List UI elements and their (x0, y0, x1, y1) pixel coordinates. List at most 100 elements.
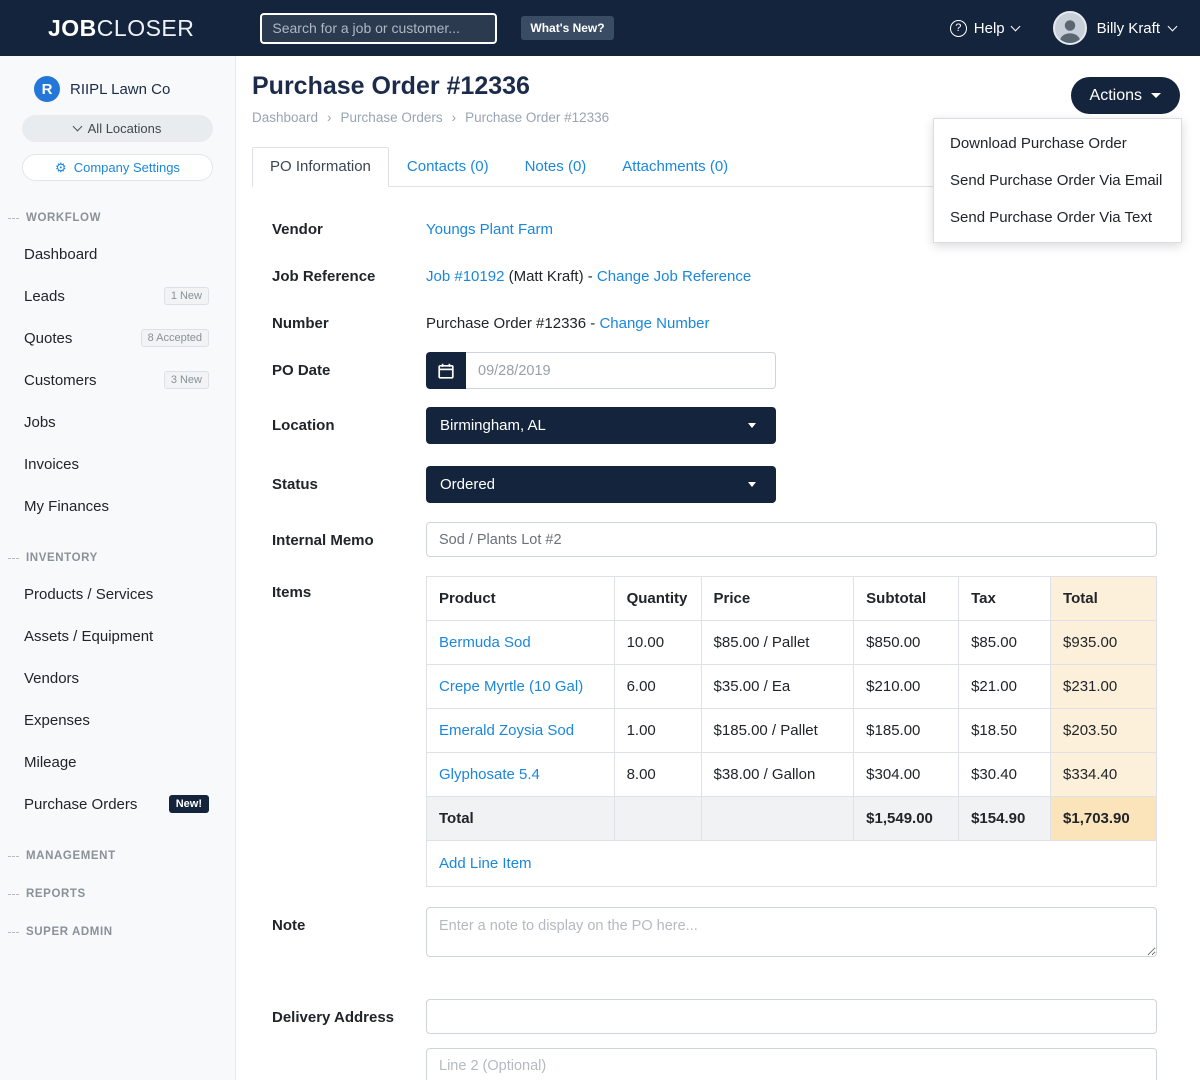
logo-bold: JOB (48, 15, 97, 41)
sidebar: R RIIPL Lawn Co All Locations ⚙ Company … (0, 56, 236, 1080)
price-cell: $38.00 / Gallon (701, 753, 854, 797)
user-avatar[interactable] (1053, 11, 1087, 45)
help-menu[interactable]: ? Help (950, 20, 1019, 37)
delivery-address-row: Delivery Address (272, 999, 1157, 1080)
status-select[interactable]: Ordered (426, 466, 776, 503)
tab-attachments[interactable]: Attachments (0) (604, 147, 746, 186)
vendor-link[interactable]: Youngs Plant Farm (426, 221, 553, 238)
actions-button[interactable]: Actions (1071, 77, 1180, 114)
company-settings-button[interactable]: ⚙ Company Settings (22, 154, 213, 181)
nav-item-label: Products / Services (24, 586, 153, 603)
chevron-down-icon (1010, 21, 1020, 31)
items-table: Product Quantity Price Subtotal Tax Tota… (426, 576, 1157, 841)
menu-item-download-po[interactable]: Download Purchase Order (934, 125, 1181, 162)
tab-notes[interactable]: Notes (0) (507, 147, 605, 186)
sidebar-item-quotes[interactable]: Quotes 8 Accepted (0, 317, 235, 359)
location-select[interactable]: Birmingham, AL (426, 407, 776, 444)
chevron-down-icon (72, 122, 82, 132)
topbar: JOBCLOSER What's New? ? Help Billy Kraft (0, 0, 1200, 56)
change-number-link[interactable]: Change Number (599, 315, 709, 332)
company-logo: R (34, 76, 60, 102)
page-title: Purchase Order #12336 (252, 72, 1158, 101)
delivery-address-line1-input[interactable] (426, 999, 1157, 1034)
sidebar-item-products-services[interactable]: Products / Services (0, 573, 235, 615)
table-row: Bermuda Sod 10.00 $85.00 / Pallet $850.0… (427, 621, 1157, 665)
items-label: Items (272, 576, 426, 887)
global-search-input[interactable] (260, 13, 497, 44)
nav-section-management[interactable]: MANAGEMENT (0, 849, 235, 863)
breadcrumb-purchase-orders[interactable]: Purchase Orders (341, 110, 443, 125)
sidebar-item-leads[interactable]: Leads 1 New (0, 275, 235, 317)
tab-po-information[interactable]: PO Information (252, 147, 389, 187)
po-date-input[interactable] (466, 352, 776, 389)
number-label: Number (272, 315, 426, 332)
sidebar-item-jobs[interactable]: Jobs (0, 401, 235, 443)
sidebar-item-assets-equipment[interactable]: Assets / Equipment (0, 615, 235, 657)
user-menu[interactable]: Billy Kraft (1097, 20, 1176, 37)
tax-total-cell: $154.90 (959, 797, 1051, 841)
delivery-address-line2-input[interactable] (426, 1048, 1157, 1080)
nav-section-reports[interactable]: REPORTS (0, 887, 235, 901)
sidebar-item-invoices[interactable]: Invoices (0, 443, 235, 485)
caret-down-icon (1151, 93, 1161, 98)
nav-section-inventory[interactable]: INVENTORY (0, 551, 235, 565)
quotes-badge: 8 Accepted (141, 329, 209, 347)
col-header-quantity: Quantity (614, 577, 701, 621)
actions-dropdown-menu: Download Purchase Order Send Purchase Or… (933, 118, 1182, 243)
job-link[interactable]: Job #10192 (426, 268, 504, 285)
sidebar-nav: WORKFLOW Dashboard Leads 1 New Quotes 8 … (0, 211, 235, 939)
quantity-cell: 6.00 (614, 665, 701, 709)
whats-new-button[interactable]: What's New? (521, 16, 613, 40)
sidebar-item-purchase-orders[interactable]: Purchase Orders New! (0, 783, 235, 825)
job-reference-row: Job Reference Job #10192 (Matt Kraft) - … (272, 268, 1157, 285)
nav-item-label: Leads (24, 288, 65, 305)
all-locations-dropdown[interactable]: All Locations (22, 115, 213, 142)
note-textarea[interactable] (426, 907, 1157, 957)
product-link[interactable]: Emerald Zoysia Sod (439, 722, 574, 739)
nav-section-super-admin[interactable]: SUPER ADMIN (0, 925, 235, 939)
tax-cell: $21.00 (959, 665, 1051, 709)
col-header-total: Total (1051, 577, 1157, 621)
internal-memo-input[interactable] (426, 522, 1157, 557)
main-content: Purchase Order #12336 Dashboard › Purcha… (236, 56, 1200, 1080)
app-logo: JOBCLOSER (48, 15, 194, 42)
sidebar-item-expenses[interactable]: Expenses (0, 699, 235, 741)
calendar-button[interactable] (426, 352, 466, 389)
company-header: R RIIPL Lawn Co (0, 76, 235, 102)
nav-section-workflow[interactable]: WORKFLOW (0, 211, 235, 225)
subtotal-cell: $850.00 (854, 621, 959, 665)
nav-item-label: Invoices (24, 456, 79, 473)
chevron-down-icon (1168, 21, 1178, 31)
table-row: Glyphosate 5.4 8.00 $38.00 / Gallon $304… (427, 753, 1157, 797)
total-cell: $231.00 (1051, 665, 1157, 709)
page: JOBCLOSER What's New? ? Help Billy Kraft… (0, 0, 1200, 1080)
nav-section-label: REPORTS (26, 888, 86, 900)
menu-item-send-po-email[interactable]: Send Purchase Order Via Email (934, 162, 1181, 199)
product-link[interactable]: Glyphosate 5.4 (439, 766, 540, 783)
add-line-item-link[interactable]: Add Line Item (439, 855, 532, 872)
quantity-cell: 1.00 (614, 709, 701, 753)
sidebar-item-dashboard[interactable]: Dashboard (0, 233, 235, 275)
tax-cell: $30.40 (959, 753, 1051, 797)
status-value: Ordered (440, 476, 495, 493)
sidebar-item-customers[interactable]: Customers 3 New (0, 359, 235, 401)
sidebar-item-vendors[interactable]: Vendors (0, 657, 235, 699)
breadcrumb-dashboard[interactable]: Dashboard (252, 110, 318, 125)
location-value: Birmingham, AL (440, 417, 546, 434)
gear-icon: ⚙ (55, 161, 67, 174)
sidebar-item-mileage[interactable]: Mileage (0, 741, 235, 783)
product-link[interactable]: Bermuda Sod (439, 634, 531, 651)
help-label: Help (974, 20, 1005, 37)
note-label: Note (272, 907, 426, 961)
change-job-reference-link[interactable]: Change Job Reference (597, 268, 751, 285)
tab-contacts[interactable]: Contacts (0) (389, 147, 507, 186)
subtotal-cell: $185.00 (854, 709, 959, 753)
menu-item-send-po-text[interactable]: Send Purchase Order Via Text (934, 199, 1181, 236)
vendor-label: Vendor (272, 221, 426, 238)
sidebar-item-my-finances[interactable]: My Finances (0, 485, 235, 527)
subtotal-cell: $210.00 (854, 665, 959, 709)
location-label: Location (272, 407, 426, 444)
items-row: Items Product Quantity Price Subtotal Ta… (272, 576, 1157, 887)
total-cell: $203.50 (1051, 709, 1157, 753)
product-link[interactable]: Crepe Myrtle (10 Gal) (439, 678, 583, 695)
